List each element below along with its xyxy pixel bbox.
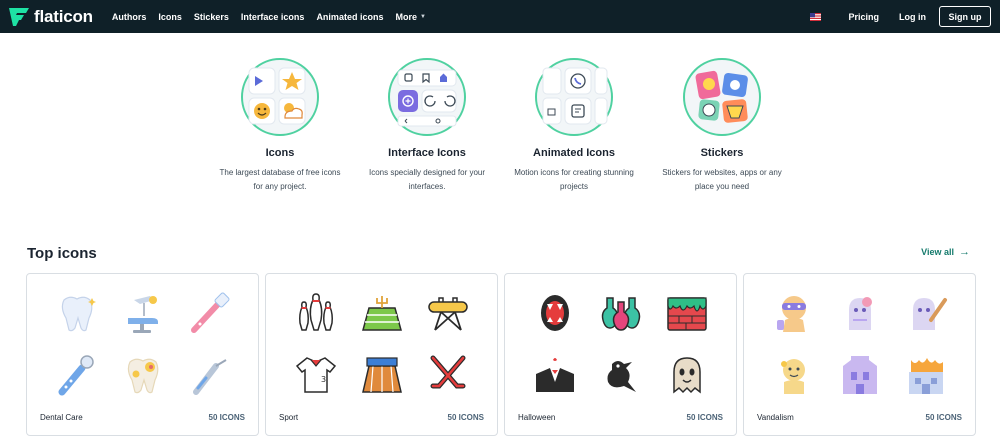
category-description: Motion icons for creating stunning proje… bbox=[514, 168, 634, 191]
running-track-icon bbox=[350, 344, 414, 406]
animated-icons-collection-icon bbox=[542, 67, 608, 125]
stickers-collection-icon bbox=[695, 70, 748, 123]
category-title: Icons bbox=[265, 147, 295, 159]
category-title: Stickers bbox=[700, 147, 744, 159]
hockey-sticks-icon bbox=[416, 344, 480, 406]
vampire-suit-icon bbox=[523, 344, 587, 406]
vandalized-building-icon bbox=[828, 344, 892, 406]
pommel-horse-icon bbox=[416, 282, 480, 344]
ghost-icon bbox=[655, 344, 719, 406]
chevron-down-icon: ▼ bbox=[419, 13, 426, 20]
icon-pack-name: Sport bbox=[279, 413, 299, 422]
nav-stickers[interactable]: Stickers bbox=[194, 12, 229, 22]
bloody-wall-icon bbox=[655, 282, 719, 344]
nav-interface-icons[interactable]: Interface icons bbox=[241, 12, 305, 22]
svg-text:3: 3 bbox=[321, 375, 326, 384]
top-icons-heading: Top icons bbox=[27, 245, 97, 262]
brand-name: flaticon bbox=[34, 6, 93, 26]
category-interface-icons-illustration bbox=[388, 58, 466, 136]
icons-collection-icon bbox=[248, 67, 306, 125]
icon-pack-preview-grid bbox=[523, 282, 719, 406]
view-all-label: View all bbox=[921, 247, 954, 257]
category-description: Stickers for websites, apps or any place… bbox=[662, 168, 782, 191]
category-description: Icons specially designed for your interf… bbox=[368, 168, 486, 191]
category-icons[interactable]: Icons The largest database of free icons… bbox=[210, 58, 350, 194]
category-animated-icons[interactable]: Animated Icons Motion icons for creating… bbox=[504, 58, 644, 194]
us-flag-icon[interactable] bbox=[810, 12, 822, 21]
ghost-vandal-icon bbox=[828, 282, 892, 344]
vandal-hooded-icon bbox=[762, 344, 826, 406]
interface-icons-collection-icon bbox=[397, 69, 457, 127]
flaticon-logo-icon bbox=[9, 7, 29, 26]
burning-house-icon bbox=[894, 344, 958, 406]
icon-pack-sport[interactable]: 3 Sport 50 ICONS bbox=[265, 273, 498, 436]
category-title: Interface Icons bbox=[388, 147, 466, 159]
decayed-tooth-icon bbox=[111, 344, 175, 406]
icon-pack-count: 50 ICONS bbox=[208, 413, 245, 422]
dental-tweezers-icon bbox=[177, 344, 241, 406]
arrow-right-icon: → bbox=[959, 246, 970, 258]
login-link[interactable]: Log in bbox=[899, 12, 926, 22]
jersey-icon: 3 bbox=[284, 344, 348, 406]
nav-more-label: More bbox=[395, 11, 417, 22]
icon-pack-count: 50 ICONS bbox=[925, 413, 962, 422]
potions-icon bbox=[589, 282, 653, 344]
vampire-mouth-icon bbox=[523, 282, 587, 344]
main-nav: Authors Icons Stickers Interface icons A… bbox=[112, 12, 438, 22]
nav-more-dropdown[interactable]: More ▼ bbox=[395, 12, 425, 22]
icon-pack-dental-care[interactable]: Dental Care 50 ICONS bbox=[26, 273, 259, 436]
category-interface-icons[interactable]: Interface Icons Icons specially designed… bbox=[357, 58, 497, 194]
category-description: The largest database of free icons for a… bbox=[219, 168, 341, 191]
category-stickers[interactable]: Stickers Stickers for websites, apps or … bbox=[652, 58, 792, 194]
nav-icons[interactable]: Icons bbox=[158, 12, 182, 22]
icon-pack-name: Dental Care bbox=[40, 413, 83, 422]
icon-pack-vandalism[interactable]: Vandalism 50 ICONS bbox=[743, 273, 976, 436]
vandal-with-bat-icon bbox=[894, 282, 958, 344]
dental-mirror-icon bbox=[45, 344, 109, 406]
masked-vandal-icon bbox=[762, 282, 826, 344]
icon-pack-preview-grid bbox=[762, 282, 958, 406]
icon-pack-name: Vandalism bbox=[757, 413, 794, 422]
icon-pack-count: 50 ICONS bbox=[686, 413, 723, 422]
category-icons-illustration bbox=[241, 58, 319, 136]
view-all-link[interactable]: View all → bbox=[921, 246, 970, 258]
bowling-pins-icon bbox=[284, 282, 348, 344]
account-nav: Pricing Log in Sign up bbox=[810, 6, 991, 27]
category-title: Animated Icons bbox=[533, 147, 615, 159]
icon-pack-preview-grid bbox=[45, 282, 241, 406]
signup-button[interactable]: Sign up bbox=[939, 6, 991, 27]
icon-pack-halloween[interactable]: Halloween 50 ICONS bbox=[504, 273, 737, 436]
tooth-icon bbox=[45, 282, 109, 344]
top-navigation-bar: flaticon Authors Icons Stickers Interfac… bbox=[0, 0, 1000, 33]
pricing-link[interactable]: Pricing bbox=[848, 12, 879, 22]
crow-icon bbox=[589, 344, 653, 406]
icon-pack-count: 50 ICONS bbox=[447, 413, 484, 422]
dental-chair-icon bbox=[111, 282, 175, 344]
nav-animated-icons[interactable]: Animated icons bbox=[316, 12, 383, 22]
nav-authors[interactable]: Authors bbox=[112, 12, 147, 22]
icon-pack-name: Halloween bbox=[518, 413, 556, 422]
category-animated-icons-illustration bbox=[535, 58, 613, 136]
toothbrush-icon bbox=[177, 282, 241, 344]
category-stickers-illustration bbox=[683, 58, 761, 136]
flaticon-logo[interactable]: flaticon bbox=[8, 7, 93, 27]
icon-pack-preview-grid: 3 bbox=[284, 282, 480, 406]
football-field-icon bbox=[350, 282, 414, 344]
